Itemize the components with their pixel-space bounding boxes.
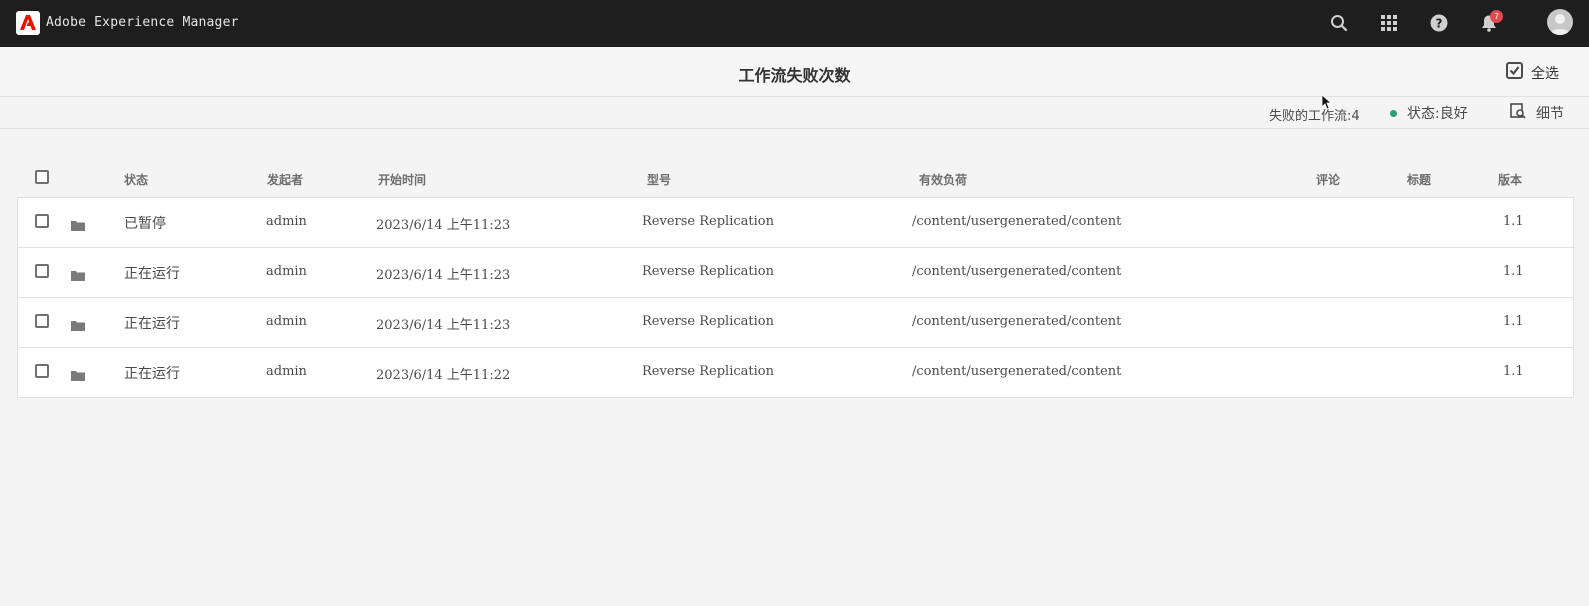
table-row[interactable]: 已暂停 admin 2023/6/14 上午11:23 Reverse Repl… [18, 198, 1573, 248]
row-status: 正在运行 [124, 316, 180, 332]
row-start-time: 2023/6/14 上午11:23 [376, 268, 511, 283]
folder-icon [71, 366, 85, 381]
help-icon[interactable]: ? [1426, 10, 1452, 36]
avatar[interactable] [1547, 9, 1573, 35]
table-row[interactable]: 正在运行 admin 2023/6/14 上午11:23 Reverse Rep… [18, 298, 1573, 348]
status-label: 状态:良好 [1407, 106, 1468, 122]
row-payload: /content/usergenerated/content [912, 364, 1122, 379]
folder-icon [71, 316, 85, 331]
adobe-logo-icon [16, 10, 40, 35]
column-header-model[interactable]: 型号 [647, 171, 671, 188]
row-status: 正在运行 [124, 366, 180, 382]
notifications-bell-icon[interactable]: 7 [1476, 10, 1503, 36]
svg-text:?: ? [1436, 17, 1443, 31]
search-icon[interactable] [1326, 10, 1352, 36]
row-initiator: admin [266, 264, 307, 279]
row-status: 已暂停 [124, 216, 166, 232]
row-start-time: 2023/6/14 上午11:23 [376, 318, 511, 333]
column-header-comment[interactable]: 评论 [1316, 171, 1340, 188]
row-checkbox[interactable] [35, 264, 49, 278]
row-checkbox[interactable] [35, 314, 49, 328]
column-header-title[interactable]: 标题 [1407, 171, 1431, 188]
row-checkbox[interactable] [35, 214, 49, 228]
table-row[interactable]: 正在运行 admin 2023/6/14 上午11:22 Reverse Rep… [18, 348, 1573, 397]
details-button[interactable]: 细节 [1510, 103, 1564, 123]
status-dot-icon [1390, 109, 1397, 117]
apps-grid-icon[interactable] [1376, 10, 1402, 36]
details-icon [1510, 103, 1526, 123]
row-payload: /content/usergenerated/content [912, 264, 1122, 279]
select-all-label: 全选 [1531, 65, 1559, 82]
failed-workflows-count: 失败的工作流:4 [1269, 109, 1360, 124]
row-version: 1.1 [1503, 264, 1524, 279]
row-version: 1.1 [1503, 214, 1524, 229]
row-payload: /content/usergenerated/content [912, 214, 1122, 229]
health-status: 状态:良好 [1390, 103, 1468, 123]
workflow-failures-table: 已暂停 admin 2023/6/14 上午11:23 Reverse Repl… [17, 197, 1574, 398]
column-header-initiator[interactable]: 发起者 [267, 171, 303, 188]
brand[interactable]: Adobe Experience Manager [16, 10, 239, 35]
mouse-cursor-icon [1321, 94, 1333, 114]
row-model: Reverse Replication [642, 314, 774, 329]
status-bar: 失败的工作流:4 状态:良好 细节 [0, 97, 1589, 129]
page-title: 工作流失败次数 [738, 66, 851, 85]
column-header-status[interactable]: 状态 [124, 171, 148, 188]
row-checkbox[interactable] [35, 364, 49, 378]
folder-icon [71, 216, 85, 231]
row-version: 1.1 [1503, 364, 1524, 379]
row-payload: /content/usergenerated/content [912, 314, 1122, 329]
row-initiator: admin [266, 364, 307, 379]
row-status: 正在运行 [124, 266, 180, 282]
app-title: Adobe Experience Manager [46, 15, 239, 30]
row-start-time: 2023/6/14 上午11:23 [376, 218, 511, 233]
row-model: Reverse Replication [642, 214, 774, 229]
column-header-start-time[interactable]: 开始时间 [378, 171, 426, 188]
table-row[interactable]: 正在运行 admin 2023/6/14 上午11:23 Reverse Rep… [18, 248, 1573, 298]
select-all-button[interactable]: 全选 [1506, 62, 1559, 83]
folder-icon [71, 266, 85, 281]
row-initiator: admin [266, 214, 307, 229]
column-header-version[interactable]: 版本 [1498, 171, 1522, 188]
row-start-time: 2023/6/14 上午11:22 [376, 368, 511, 383]
top-shell-bar: Adobe Experience Manager ? 7 [0, 0, 1589, 47]
notification-count-badge: 7 [1490, 10, 1503, 23]
select-all-checkbox-icon [1506, 62, 1523, 83]
column-header-payload[interactable]: 有效负荷 [919, 171, 967, 188]
table-header: 状态 发起者 开始时间 型号 有效负荷 评论 标题 版本 [17, 166, 1574, 196]
title-bar: 工作流失败次数 全选 [0, 47, 1589, 97]
details-label: 细节 [1536, 106, 1564, 122]
row-model: Reverse Replication [642, 364, 774, 379]
row-model: Reverse Replication [642, 264, 774, 279]
select-all-rows-checkbox[interactable] [35, 170, 49, 184]
row-version: 1.1 [1503, 314, 1524, 329]
row-initiator: admin [266, 314, 307, 329]
